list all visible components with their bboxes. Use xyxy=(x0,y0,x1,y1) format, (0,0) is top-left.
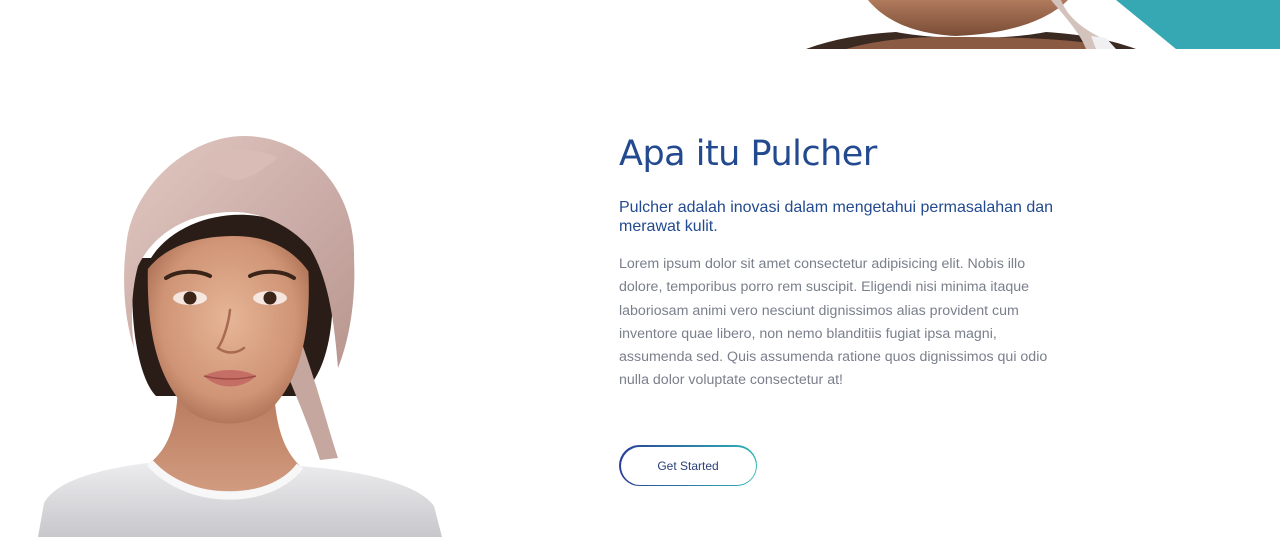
previous-section-strip xyxy=(0,0,1280,50)
about-section: Apa itu Pulcher Pulcher adalah inovasi d… xyxy=(619,130,1059,393)
teal-accent-shape xyxy=(1116,0,1280,49)
get-started-label: Get Started xyxy=(620,446,756,485)
section-title: Apa itu Pulcher xyxy=(619,134,877,174)
get-started-button[interactable]: Get Started xyxy=(619,445,757,486)
page: Apa itu Pulcher Pulcher adalah inovasi d… xyxy=(0,0,1280,547)
section-description: Lorem ipsum dolor sit amet consectetur a… xyxy=(619,256,1048,389)
woman-portrait-image xyxy=(38,136,442,537)
section-subtitle: Pulcher adalah inovasi dalam mengetahui … xyxy=(619,199,1054,235)
previous-portrait-image xyxy=(806,0,1136,49)
